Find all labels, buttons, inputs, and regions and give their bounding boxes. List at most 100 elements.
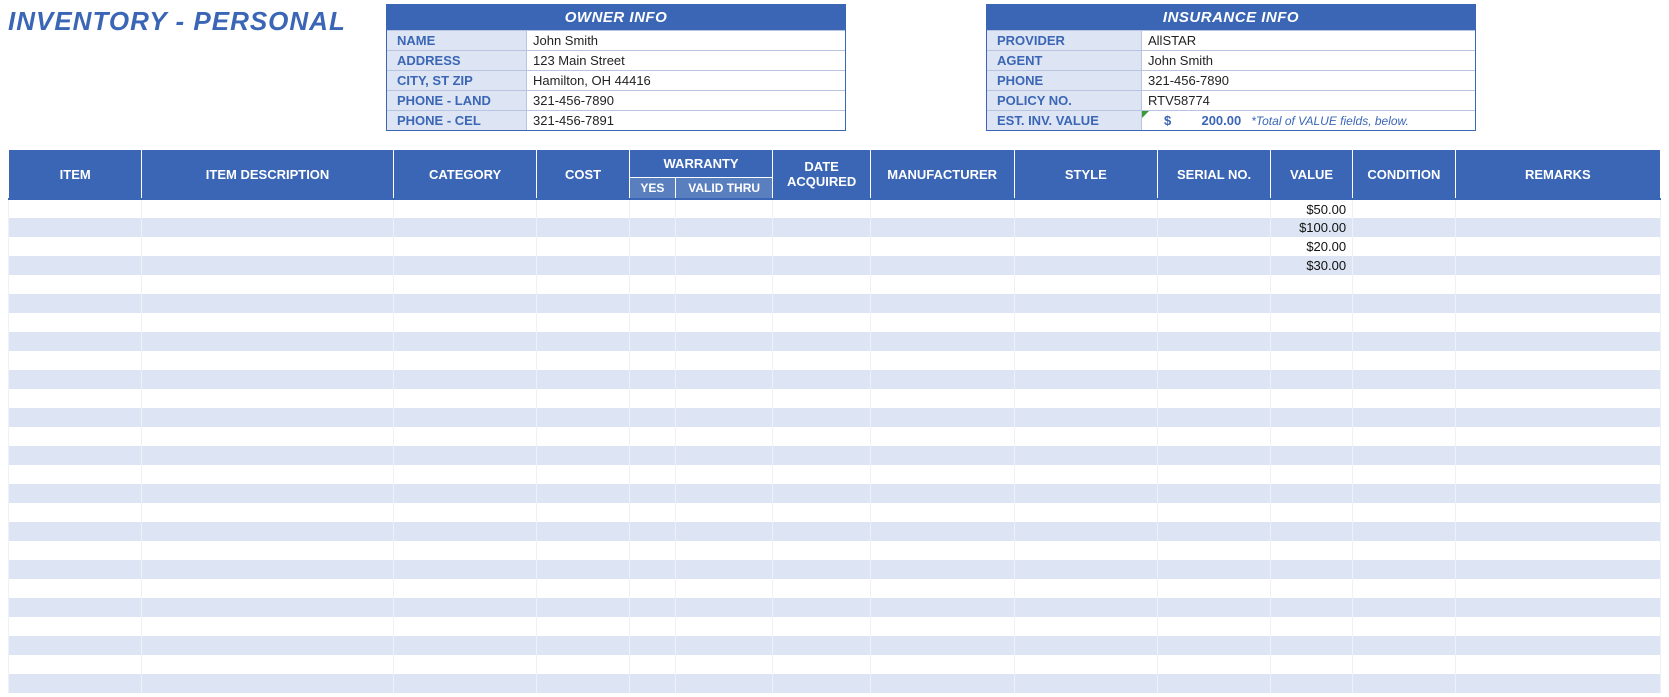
cell-wyes[interactable] <box>629 560 675 579</box>
cell-desc[interactable] <box>142 199 393 218</box>
cell-item[interactable] <box>9 275 142 294</box>
cell-cost[interactable] <box>537 370 629 389</box>
cell-wthru[interactable] <box>675 579 772 598</box>
cell-style[interactable] <box>1014 294 1158 313</box>
cell-desc[interactable] <box>142 465 393 484</box>
cell-wyes[interactable] <box>629 655 675 674</box>
cell-wyes[interactable] <box>629 389 675 408</box>
cell-remarks[interactable] <box>1455 446 1660 465</box>
table-row[interactable] <box>9 636 1661 655</box>
cell-item[interactable] <box>9 237 142 256</box>
cell-date[interactable] <box>773 351 870 370</box>
cell-manu[interactable] <box>870 237 1014 256</box>
cell-wyes[interactable] <box>629 351 675 370</box>
cell-remarks[interactable] <box>1455 389 1660 408</box>
cell-style[interactable] <box>1014 522 1158 541</box>
cell-remarks[interactable] <box>1455 332 1660 351</box>
cell-desc[interactable] <box>142 541 393 560</box>
cell-remarks[interactable] <box>1455 294 1660 313</box>
cell-wyes[interactable] <box>629 408 675 427</box>
cell-wthru[interactable] <box>675 370 772 389</box>
cell-cost[interactable] <box>537 579 629 598</box>
cell-cost[interactable] <box>537 237 629 256</box>
cell-wthru[interactable] <box>675 598 772 617</box>
cell-remarks[interactable] <box>1455 465 1660 484</box>
cell-cat[interactable] <box>393 370 537 389</box>
cell-manu[interactable] <box>870 275 1014 294</box>
table-row[interactable] <box>9 541 1661 560</box>
cell-remarks[interactable] <box>1455 313 1660 332</box>
cell-remarks[interactable] <box>1455 674 1660 693</box>
cell-cond[interactable] <box>1353 275 1456 294</box>
cell-cat[interactable] <box>393 446 537 465</box>
cell-manu[interactable] <box>870 522 1014 541</box>
cell-value[interactable] <box>1271 389 1353 408</box>
cell-item[interactable] <box>9 617 142 636</box>
cell-wthru[interactable] <box>675 655 772 674</box>
cell-serial[interactable] <box>1158 408 1271 427</box>
cell-value[interactable] <box>1271 465 1353 484</box>
cell-manu[interactable] <box>870 541 1014 560</box>
cell-serial[interactable] <box>1158 446 1271 465</box>
cell-cond[interactable] <box>1353 465 1456 484</box>
cell-remarks[interactable] <box>1455 579 1660 598</box>
cell-cond[interactable] <box>1353 332 1456 351</box>
cell-date[interactable] <box>773 370 870 389</box>
cell-wyes[interactable] <box>629 541 675 560</box>
cell-manu[interactable] <box>870 674 1014 693</box>
owner-city-value[interactable]: Hamilton, OH 44416 <box>527 71 845 90</box>
cell-date[interactable] <box>773 408 870 427</box>
cell-wyes[interactable] <box>629 370 675 389</box>
cell-cat[interactable] <box>393 560 537 579</box>
cell-serial[interactable] <box>1158 332 1271 351</box>
cell-cat[interactable] <box>393 655 537 674</box>
table-row[interactable] <box>9 427 1661 446</box>
cell-cat[interactable] <box>393 313 537 332</box>
cell-wyes[interactable] <box>629 522 675 541</box>
cell-value[interactable] <box>1271 275 1353 294</box>
cell-date[interactable] <box>773 294 870 313</box>
cell-serial[interactable] <box>1158 256 1271 275</box>
cell-value[interactable] <box>1271 351 1353 370</box>
cell-remarks[interactable] <box>1455 256 1660 275</box>
cell-cond[interactable] <box>1353 427 1456 446</box>
cell-date[interactable] <box>773 237 870 256</box>
cell-value[interactable] <box>1271 522 1353 541</box>
cell-remarks[interactable] <box>1455 636 1660 655</box>
cell-serial[interactable] <box>1158 560 1271 579</box>
cell-date[interactable] <box>773 256 870 275</box>
cell-date[interactable] <box>773 598 870 617</box>
cell-desc[interactable] <box>142 294 393 313</box>
cell-manu[interactable] <box>870 389 1014 408</box>
cell-cat[interactable] <box>393 294 537 313</box>
cell-value[interactable] <box>1271 484 1353 503</box>
cell-item[interactable] <box>9 541 142 560</box>
cell-wyes[interactable] <box>629 598 675 617</box>
cell-wthru[interactable] <box>675 351 772 370</box>
table-row[interactable] <box>9 370 1661 389</box>
cell-style[interactable] <box>1014 598 1158 617</box>
cell-desc[interactable] <box>142 275 393 294</box>
cell-cat[interactable] <box>393 484 537 503</box>
cell-wthru[interactable] <box>675 218 772 237</box>
table-row[interactable] <box>9 484 1661 503</box>
cell-cost[interactable] <box>537 598 629 617</box>
cell-wthru[interactable] <box>675 256 772 275</box>
cell-date[interactable] <box>773 427 870 446</box>
cell-style[interactable] <box>1014 465 1158 484</box>
cell-cat[interactable] <box>393 275 537 294</box>
cell-wyes[interactable] <box>629 275 675 294</box>
cell-wthru[interactable] <box>675 636 772 655</box>
cell-cond[interactable] <box>1353 237 1456 256</box>
cell-cost[interactable] <box>537 313 629 332</box>
cell-cat[interactable] <box>393 674 537 693</box>
cell-cost[interactable] <box>537 617 629 636</box>
cell-serial[interactable] <box>1158 617 1271 636</box>
cell-cat[interactable] <box>393 218 537 237</box>
insurance-provider-value[interactable]: AllSTAR <box>1142 31 1475 50</box>
cell-wyes[interactable] <box>629 427 675 446</box>
cell-date[interactable] <box>773 503 870 522</box>
cell-cost[interactable] <box>537 427 629 446</box>
cell-item[interactable] <box>9 313 142 332</box>
cell-cost[interactable] <box>537 294 629 313</box>
